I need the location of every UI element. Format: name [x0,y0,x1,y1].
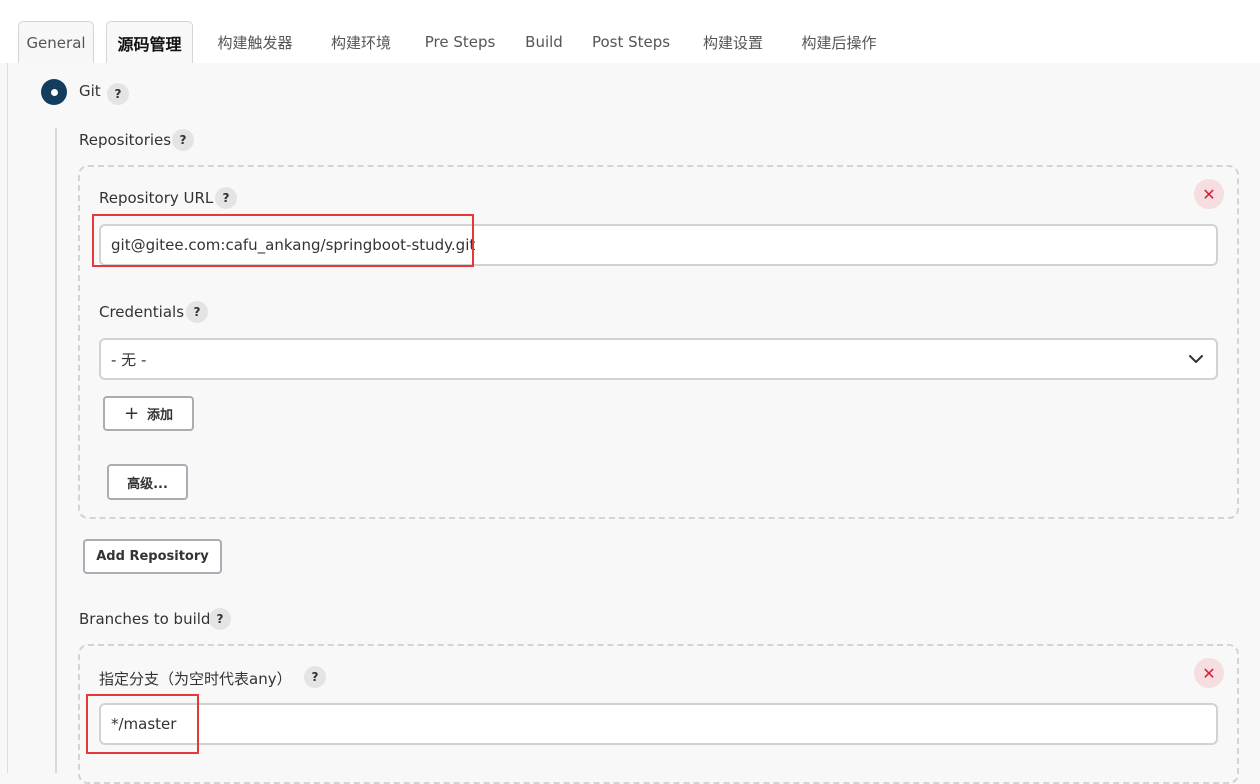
highlight-box-url [92,214,474,267]
chevron-down-icon [1189,355,1203,363]
repositories-label: Repositories [79,131,172,149]
tab-post-steps[interactable]: Post Steps [585,21,677,63]
help-repository-url-icon[interactable]: ? [215,187,237,209]
help-branch-specifier-icon[interactable]: ? [304,666,326,688]
add-credentials-button[interactable]: + 添加 [103,396,194,431]
add-credentials-label: 添加 [147,408,174,423]
help-branches-icon[interactable]: ? [209,608,231,630]
radio-dot-icon [50,88,58,96]
remove-branch-icon[interactable]: ✕ [1194,658,1224,688]
tab-pre-steps[interactable]: Pre Steps [417,21,503,63]
plus-icon: + [123,403,140,424]
tab-build[interactable]: Build [515,21,573,63]
tab-post-build-actions[interactable]: 构建后操作 [789,21,889,63]
branches-to-build-label: Branches to build [79,610,211,628]
tab-build-environment[interactable]: 构建环境 [318,21,404,63]
tab-source-code-management[interactable]: 源码管理 [106,21,193,63]
help-git-icon[interactable]: ? [107,83,129,105]
remove-repository-icon[interactable]: ✕ [1194,179,1224,209]
help-repositories-icon[interactable]: ? [172,129,194,151]
credentials-select[interactable]: - 无 - [99,338,1218,380]
branch-specifier-input[interactable] [99,703,1218,745]
tab-general[interactable]: General [18,21,94,63]
panel-border [7,63,8,773]
tab-build-triggers[interactable]: 构建触发器 [205,21,305,63]
branch-specifier-label: 指定分支（为空时代表any） [99,670,292,688]
section-indent-line [55,128,57,773]
tab-bar: General 源码管理 构建触发器 构建环境 Pre Steps Build … [0,0,1260,63]
highlight-box-branch [86,694,199,754]
tab-build-settings[interactable]: 构建设置 [690,21,776,63]
add-repository-button[interactable]: Add Repository [83,539,222,574]
repository-url-label: Repository URL [99,189,214,207]
credentials-label: Credentials [99,303,185,321]
git-radio-button[interactable] [41,79,67,105]
advanced-button[interactable]: 高级... [107,464,188,500]
help-credentials-icon[interactable]: ? [186,301,208,323]
credentials-selected-value: - 无 - [111,350,147,369]
git-option-label: Git [79,82,101,100]
